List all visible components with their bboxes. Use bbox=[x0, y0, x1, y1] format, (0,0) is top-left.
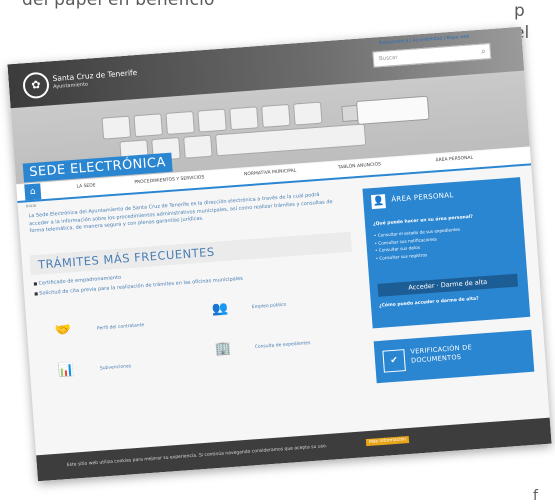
search-placeholder: Buscar bbox=[378, 54, 398, 63]
service-link[interactable]: Subvenciones bbox=[100, 364, 132, 371]
home-icon[interactable]: ⌂ bbox=[24, 183, 42, 201]
keyboard-key bbox=[101, 115, 132, 140]
access-signup-button[interactable]: Acceder · Darme de alta bbox=[377, 273, 519, 297]
keyboard-key bbox=[293, 101, 323, 126]
background-document-text: del papel en beneficio bbox=[22, 0, 215, 10]
keyboard-key bbox=[165, 110, 195, 135]
building-icon: 🏢 bbox=[214, 340, 232, 357]
nav-item-normativa[interactable]: NORMATIVA MUNICIPAL bbox=[244, 169, 297, 178]
margin-letter: p bbox=[514, 1, 525, 21]
how-to-access-link[interactable]: ¿Cómo puedo acceder o darme de alta? bbox=[379, 297, 479, 309]
search-icon[interactable]: ⌕ bbox=[481, 46, 486, 56]
area-personal-list: Consultar el estado de sus expedientes C… bbox=[374, 226, 462, 262]
keyboard-key bbox=[183, 134, 213, 159]
breadcrumb[interactable]: Inicio bbox=[26, 203, 37, 209]
cookie-footer: Este sitio web utiliza cookies para mejo… bbox=[36, 417, 552, 482]
service-link[interactable]: Perfil del contratante bbox=[97, 323, 145, 331]
area-personal-title[interactable]: ÁREA PERSONAL bbox=[391, 191, 454, 204]
keyboard-key bbox=[229, 106, 259, 131]
area-personal-panel: 👤 ÁREA PERSONAL ¿Qué puede hacer en su á… bbox=[362, 177, 531, 329]
cookie-notice: Este sitio web utiliza cookies para mejo… bbox=[66, 444, 328, 469]
verification-label: VERIFICACIÓN DE DOCUMENTOS bbox=[410, 343, 473, 365]
handshake-icon: 🤝 bbox=[54, 322, 72, 339]
keyboard-key bbox=[261, 103, 291, 128]
service-link[interactable]: Empleo público bbox=[252, 303, 287, 311]
service-link[interactable]: Consulta de expedientes bbox=[255, 341, 311, 350]
keyboard-key bbox=[197, 108, 227, 133]
keyboard-key bbox=[133, 113, 163, 138]
user-icon: 👤 bbox=[370, 194, 386, 210]
nav-item-area-personal[interactable]: ÁREA PERSONAL bbox=[435, 156, 473, 164]
users-icon: 👥 bbox=[211, 300, 229, 318]
nav-item-procedimientos[interactable]: PROCEDIMIENTOS Y SERVICIOS bbox=[134, 175, 204, 185]
nav-item-tablon[interactable]: TABLÓN ANUNCIOS bbox=[338, 162, 381, 170]
document-verification-panel[interactable]: ✔ VERIFICACIÓN DE DOCUMENTOS bbox=[373, 329, 535, 384]
document-check-icon: ✔ bbox=[382, 349, 406, 373]
cookie-more-info-link[interactable]: Más información bbox=[365, 436, 410, 447]
chart-icon: 📊 bbox=[57, 362, 75, 379]
nav-item-la-sede[interactable]: LA SEDE bbox=[76, 183, 95, 189]
website-screenshot: ✿ Santa Cruz de Tenerife Ayuntamiento Ib… bbox=[7, 26, 552, 482]
